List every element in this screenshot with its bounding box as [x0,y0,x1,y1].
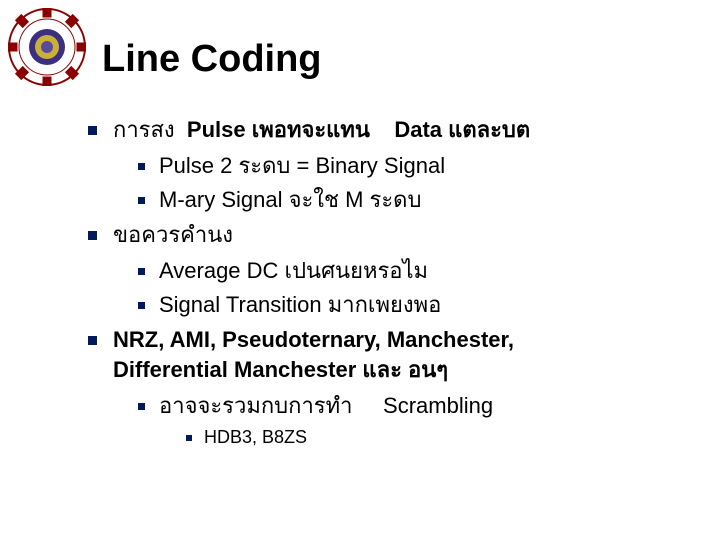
bullet-item: การสง Pulse เพอทจะแทน Data แตละบต [88,115,690,145]
bullet-text: NRZ, AMI, Pseudoternary, Manchester, Dif… [113,325,514,384]
bullet-square-icon [88,126,97,135]
bullet-item: ขอควรคำนง [88,220,690,250]
bullet-item: NRZ, AMI, Pseudoternary, Manchester, Dif… [88,325,690,384]
university-logo-icon [8,8,86,86]
bullet-square-icon [138,403,145,410]
bullet-text: อาจจะรวมกบการทำ Scrambling [159,391,493,421]
slide-content: การสง Pulse เพอทจะแทน Data แตละบต Pulse … [88,115,690,454]
bullet-square-icon [138,197,145,204]
bullet-text: Average DC เปนศนยหรอไม [159,256,428,286]
bullet-square-icon [88,231,97,240]
bullet-text: Signal Transition มากเพยงพอ [159,290,441,320]
bullet-square-icon [138,268,145,275]
bullet-text: M-ary Signal จะใช M ระดบ [159,185,421,215]
bullet-item: Pulse 2 ระดบ = Binary Signal [138,151,690,181]
bullet-square-icon [186,435,192,441]
bullet-square-icon [138,163,145,170]
bullet-item: M-ary Signal จะใช M ระดบ [138,185,690,215]
bullet-text: ขอควรคำนง [113,220,233,250]
bullet-item: HDB3, B8ZS [186,425,690,449]
bullet-square-icon [88,336,97,345]
bullet-item: อาจจะรวมกบการทำ Scrambling [138,391,690,421]
bullet-item: Average DC เปนศนยหรอไม [138,256,690,286]
bullet-text: HDB3, B8ZS [204,425,307,449]
bullet-text: การสง Pulse เพอทจะแทน Data แตละบต [113,115,530,145]
bullet-square-icon [138,302,145,309]
bullet-text: Pulse 2 ระดบ = Binary Signal [159,151,445,181]
slide-title: Line Coding [102,38,322,81]
bullet-item: Signal Transition มากเพยงพอ [138,290,690,320]
